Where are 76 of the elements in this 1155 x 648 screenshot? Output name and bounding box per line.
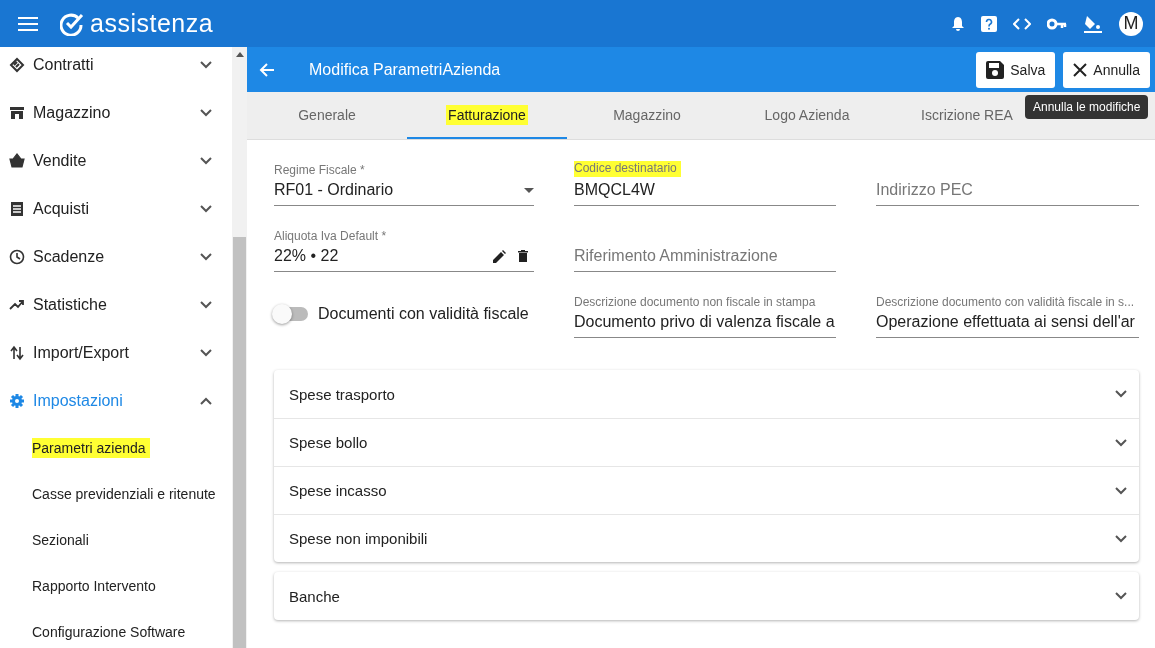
sidebar-item[interactable]: Impostazioni xyxy=(0,377,232,425)
save-button[interactable]: Salva xyxy=(976,51,1056,88)
pencil-icon[interactable] xyxy=(493,249,506,263)
chevron-icon xyxy=(200,253,212,261)
chevron-icon xyxy=(200,205,212,213)
chevron-icon xyxy=(200,61,212,69)
menu-icon[interactable] xyxy=(18,15,38,32)
scrollbar[interactable] xyxy=(232,47,247,648)
cancel-button[interactable]: Annulla xyxy=(1063,51,1150,88)
input-field[interactable]: Aliquota Iva Default * 22% • 22 xyxy=(274,226,534,272)
save-icon xyxy=(986,60,1005,79)
code-icon[interactable] xyxy=(1013,17,1031,30)
receipt-icon xyxy=(9,201,25,217)
sidebar-item[interactable]: Acquisti xyxy=(0,185,232,233)
back-arrow-icon[interactable] xyxy=(259,61,275,78)
chevron-icon xyxy=(1115,390,1127,398)
page-title: Modifica ParametriAzienda xyxy=(309,60,502,79)
sidebar-item[interactable]: Contratti xyxy=(0,47,232,89)
field-label: Descrizione documento con validità fiscale in s... xyxy=(876,295,1136,309)
chevron-icon xyxy=(200,301,212,309)
sidebar-item[interactable]: Import/Export xyxy=(0,329,232,377)
field-label: Aliquota Iva Default * xyxy=(274,229,388,243)
sidebar-item[interactable]: Scadenze xyxy=(0,233,232,281)
bell-icon[interactable] xyxy=(951,15,965,32)
panel-header[interactable]: Spese bollo xyxy=(274,418,1139,466)
sidebar-subitem[interactable]: Casse previdenziali e ritenute xyxy=(32,486,216,502)
chevron-icon xyxy=(200,109,212,117)
close-icon xyxy=(1073,62,1088,77)
sidebar-subitem[interactable]: Parametri azienda xyxy=(32,438,150,458)
tab[interactable]: Fatturazione xyxy=(407,92,567,139)
chevron-icon xyxy=(200,397,212,405)
app-title: assistenza xyxy=(90,9,214,38)
check-circle-icon xyxy=(60,11,86,36)
clock-icon xyxy=(9,249,25,265)
chevron-icon xyxy=(200,157,212,165)
sidebar-subitem[interactable]: Sezionali xyxy=(32,532,89,548)
paint-bucket-icon[interactable] xyxy=(1083,13,1103,34)
sidebar-subitem[interactable]: Configurazione Software xyxy=(32,624,186,640)
sidebar-item[interactable]: Statistiche xyxy=(0,281,232,329)
field-label: Codice destinatario xyxy=(574,161,681,177)
sidebar-item[interactable]: Vendite xyxy=(0,137,232,185)
sidebar-item[interactable]: Magazzino xyxy=(0,89,232,137)
input-field[interactable]: Codice destinatario BMQCL4W xyxy=(574,160,836,206)
gear-icon xyxy=(9,393,25,409)
panel-header[interactable]: Spese non imponibili xyxy=(274,514,1139,562)
tab[interactable]: Logo Azienda xyxy=(727,92,887,139)
chevron-icon xyxy=(1115,438,1127,447)
panel-header[interactable]: Banche xyxy=(274,572,1139,620)
toggle-label: Documenti con validità fiscale xyxy=(318,305,529,323)
panel-header[interactable]: Spese incasso xyxy=(274,466,1139,514)
panel-header[interactable]: Spese trasporto xyxy=(274,370,1139,418)
input-field[interactable]: Riferimento Amministrazione xyxy=(574,226,836,272)
chevron-icon xyxy=(1115,592,1127,600)
sidebar-subitem[interactable]: Rapporto Intervento xyxy=(32,578,156,594)
chevron-icon xyxy=(1115,534,1127,543)
basket-icon xyxy=(9,153,25,169)
input-field[interactable]: Descrizione documento non fiscale in stampa Documento privo di valenza fiscale a xyxy=(574,292,836,338)
field-label: Descrizione documento non fiscale in stampa xyxy=(574,295,817,309)
input-field[interactable]: Descrizione documento con validità fiscale in s... Operazione effettuata ai sensi dell'ar xyxy=(876,292,1139,338)
tab[interactable]: Magazzino xyxy=(567,92,727,139)
field-label: Regime Fiscale * xyxy=(274,163,366,177)
select-field[interactable]: Regime Fiscale * RF01 - Ordinario xyxy=(274,160,534,206)
input-field[interactable]: Indirizzo PEC xyxy=(876,160,1139,206)
arrows-icon xyxy=(9,345,25,361)
chevron-icon xyxy=(200,349,212,357)
tab[interactable]: Generale xyxy=(247,92,407,139)
toggle-switch[interactable] xyxy=(274,307,308,321)
scroll-up-icon[interactable] xyxy=(235,52,244,57)
avatar[interactable]: M xyxy=(1119,11,1143,36)
chevron-icon xyxy=(1115,486,1127,495)
tooltip: Annulla le modifiche xyxy=(1025,95,1149,119)
trash-icon[interactable] xyxy=(518,250,528,262)
help-icon[interactable] xyxy=(981,15,997,32)
dropdown-caret-icon xyxy=(524,187,534,193)
store-icon xyxy=(9,105,25,121)
key-icon[interactable] xyxy=(1047,17,1067,30)
